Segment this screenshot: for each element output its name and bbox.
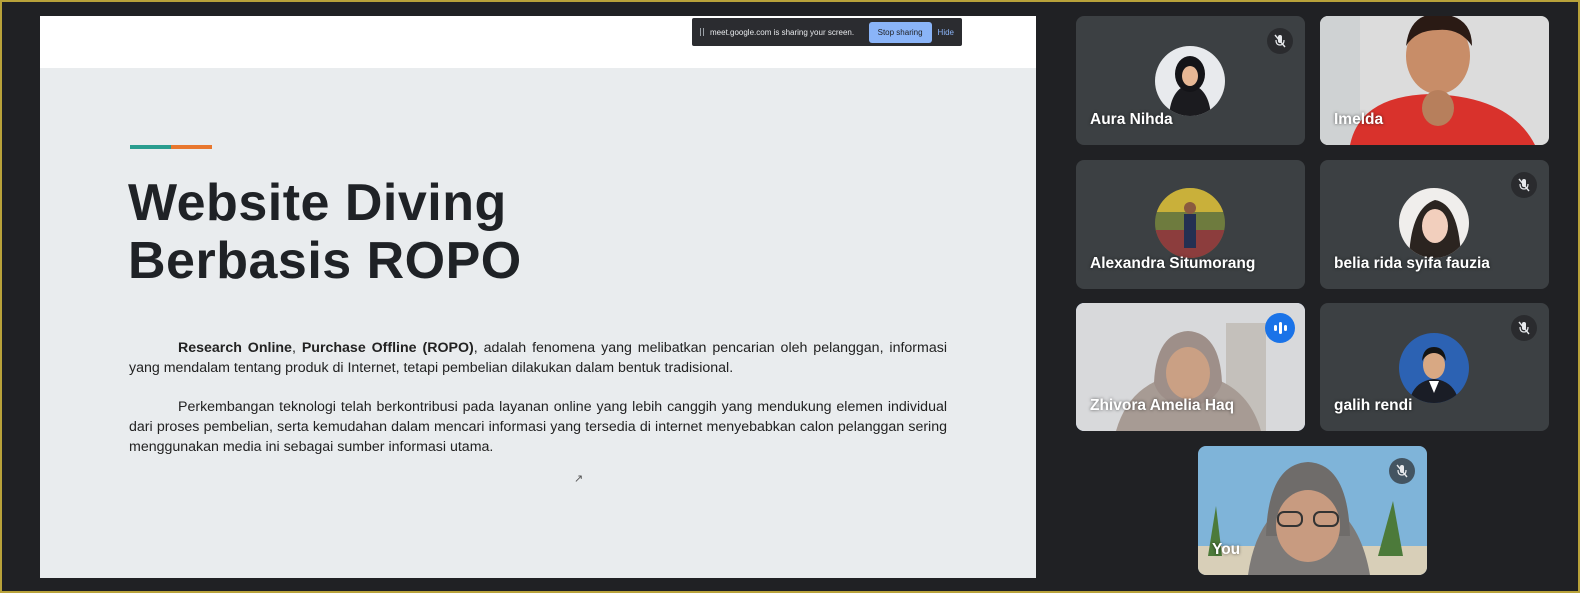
avatar — [1155, 188, 1225, 258]
slide-title: Website Diving Berbasis ROPO — [128, 174, 728, 290]
grip-icon[interactable] — [700, 28, 704, 36]
participant-name: Alexandra Situmorang — [1090, 255, 1256, 272]
shared-screen: meet.google.com is sharing your screen. … — [40, 16, 1036, 578]
title-accent-line — [130, 145, 212, 149]
share-message: meet.google.com is sharing your screen. — [710, 27, 855, 37]
paragraph-1: Research Online, Purchase Offline (ROPO)… — [129, 338, 947, 378]
bold-term-2: Purchase Offline (ROPO) — [301, 340, 474, 356]
avatar — [1399, 188, 1469, 258]
mic-off-icon — [1511, 315, 1537, 341]
mic-off-icon — [1267, 28, 1293, 54]
title-line-1: Website Diving — [128, 174, 507, 232]
participant-tile-galih-rendi[interactable]: galih rendi — [1320, 303, 1549, 431]
participant-name: Imelda — [1334, 111, 1384, 128]
paragraph-2: Perkembangan teknologi telah berkontribu… — [129, 399, 947, 455]
participant-tile-alexandra-situmorang[interactable]: Alexandra Situmorang — [1076, 160, 1305, 289]
avatar — [1399, 333, 1469, 403]
bold-term-1: Research Online — [178, 340, 292, 356]
stop-sharing-button[interactable]: Stop sharing — [868, 21, 932, 43]
separator: , — [291, 340, 302, 356]
participant-tile-belia-rida-syifa-fauzia[interactable]: belia rida syifa fauzia — [1320, 160, 1549, 289]
screen-share-bar: meet.google.com is sharing your screen. … — [692, 18, 962, 46]
participant-name: galih rendi — [1334, 397, 1413, 414]
slide-body: Research Online, Purchase Offline (ROPO)… — [129, 338, 947, 476]
participant-name: You — [1212, 541, 1241, 558]
participant-name: belia rida syifa fauzia — [1334, 255, 1490, 272]
title-line-2: Berbasis ROPO — [128, 232, 522, 290]
participant-tile-imelda[interactable]: Imelda — [1320, 16, 1549, 145]
hide-share-bar-button[interactable]: Hide — [938, 28, 954, 37]
participant-name: Zhivora Amelia Haq — [1090, 397, 1235, 414]
avatar — [1155, 46, 1225, 116]
participant-tile-you[interactable]: You — [1198, 446, 1427, 575]
mic-off-icon[interactable] — [1389, 458, 1415, 484]
mouse-cursor-icon: ↗ — [574, 473, 584, 485]
participant-tile-aura-nihda[interactable]: Aura Nihda — [1076, 16, 1305, 145]
audio-level-icon — [1265, 313, 1295, 343]
participant-tile-zhivora-amelia-haq[interactable]: Zhivora Amelia Haq — [1076, 303, 1305, 431]
participant-name: Aura Nihda — [1090, 111, 1173, 128]
mic-off-icon — [1511, 172, 1537, 198]
